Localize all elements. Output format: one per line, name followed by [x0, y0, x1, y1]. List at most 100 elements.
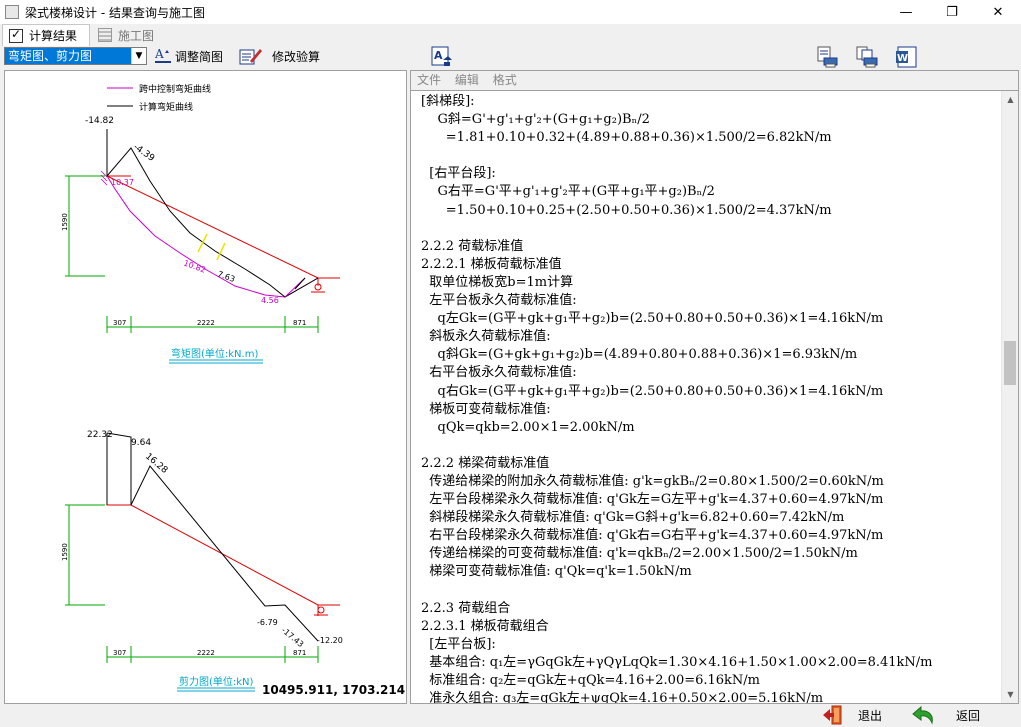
report-line: [斜梯段]:	[421, 94, 475, 109]
diagram-select-value: 弯矩图、剪力图	[8, 49, 93, 63]
moment-label-456: 4.56	[261, 296, 279, 305]
legend-midspan-text: 跨中控制弯矩曲线	[139, 83, 211, 95]
report-menubar: 文件 编辑 格式	[410, 70, 1019, 90]
left-toolbar: 弯矩图、剪力图 ▼ A 调整简图 修改验算	[0, 46, 410, 68]
restore-button[interactable]: ❐	[929, 0, 975, 24]
moment-dim-mid: 2222	[197, 319, 215, 327]
svg-text:A: A	[434, 49, 443, 62]
report-line	[421, 582, 1001, 600]
close-button[interactable]: ✕	[975, 0, 1021, 24]
report-line: [左平台板]:	[421, 636, 496, 652]
window-title: 梁式楼梯设计 - 结果查询与施工图	[25, 5, 205, 20]
diagram-canvas: 跨中控制弯矩曲线 计算弯矩曲线 -14.82 -4.39 10.37 10.82…	[61, 83, 343, 692]
moment-height-dim: 1590	[61, 213, 69, 231]
report-line: q斜Gk=(G+gk+g₁+g₂)b=(4.89+0.80+0.88+0.36)…	[421, 347, 858, 363]
coordinate-readout: 10495.911, 1703.214	[262, 683, 406, 697]
report-line: G右平=G'平+g'₁+g'₂平+(G平+g₁平+g₂)Bₙ/2	[421, 184, 715, 200]
report-line: 右平台段梯梁永久荷载标准值: q'Gk右=G右平+g'k=4.37+0.60=4…	[421, 528, 884, 544]
vertical-scrollbar[interactable]: ▲ ▼	[1001, 91, 1018, 703]
back-arrow-icon	[912, 705, 933, 725]
report-line: 2.2.2 荷载标准值	[421, 238, 524, 254]
font-convert-icon[interactable]: A	[430, 46, 454, 68]
shear-label-2232: 22.32	[87, 430, 113, 440]
report-line	[421, 220, 1001, 238]
left-support-hatch	[100, 170, 108, 186]
drawing-icon	[98, 28, 112, 42]
print-icon[interactable]	[855, 46, 879, 68]
exit-button[interactable]: 退出	[822, 704, 882, 726]
report-line: 准永久组合: q₃左=qGk左+ψqQk=4.16+0.50×2.00=5.16…	[421, 691, 824, 704]
report-line	[421, 147, 1001, 165]
report-line: =1.50+0.10+0.25+(2.50+0.50+0.36)×1.500/2…	[421, 202, 832, 218]
report-line: 斜梯段梯梁永久荷载标准值: q'Gk=G斜+g'k=6.82+0.60=7.42…	[421, 510, 845, 526]
report-line: 左平台板永久荷载标准值:	[421, 293, 577, 309]
svg-text:W: W	[897, 53, 908, 64]
font-size-icon: A	[154, 47, 171, 63]
diagram-panel[interactable]: 跨中控制弯矩曲线 计算弯矩曲线 -14.82 -4.39 10.37 10.82…	[4, 70, 407, 704]
right-support-shear	[314, 606, 328, 616]
section-mark-2	[216, 242, 226, 261]
shear-dim-right: 871	[293, 649, 306, 657]
right-toolbar: A W	[410, 46, 1021, 70]
tab-drawing-label: 施工图	[118, 28, 155, 43]
modify-check-label: 修改验算	[272, 49, 321, 64]
report-line: =1.81+0.10+0.32+(4.89+0.88+0.36)×1.500/2…	[421, 130, 832, 146]
exit-label: 退出	[858, 708, 883, 723]
back-button[interactable]: 返回	[912, 704, 980, 726]
minimize-button[interactable]: —	[883, 0, 929, 24]
report-line: 取单位梯板宽b=1m计算	[421, 274, 574, 290]
midspan-moment-curve	[106, 175, 319, 298]
modify-check-button[interactable]: 修改验算	[238, 46, 320, 66]
shear-label-964: 9.64	[131, 438, 151, 448]
report-content: [斜梯段]: G斜=G'+g'₁+g'₂+(G+g₁+g₂)Bₙ/2 =1.81…	[421, 93, 1001, 704]
shear-line	[106, 432, 319, 642]
scroll-up-icon[interactable]: ▲	[1002, 91, 1018, 108]
moment-label-439: -4.39	[131, 142, 156, 164]
app-icon	[5, 5, 19, 19]
moment-label-1082: 10.82	[182, 258, 207, 274]
tab-results[interactable]: 计算结果	[2, 24, 90, 46]
moment-label-763: 7.63	[216, 269, 236, 284]
report-line: q右Gk=(G平+gk+g₁平+g₂)b=(2.50+0.80+0.50+0.3…	[421, 383, 884, 399]
report-line: 右平台板永久荷载标准值:	[421, 365, 577, 381]
report-line: 基本组合: q₁左=γGqGk左+γQγLqQk=1.30×4.16+1.50×…	[421, 654, 933, 670]
adjust-diagram-button[interactable]: A 调整简图	[154, 46, 223, 66]
tab-bar: 计算结果 施工图	[0, 24, 1021, 46]
chevron-down-icon[interactable]: ▼	[131, 48, 146, 64]
moment-caption: 弯矩图(单位:kN.m)	[171, 347, 258, 360]
shear-label-1220: -12.20	[317, 636, 343, 645]
checkbox-icon	[9, 27, 23, 43]
moment-label-1482: -14.82	[85, 116, 114, 126]
shear-label-679: -6.79	[257, 618, 278, 627]
edit-doc-icon	[239, 49, 262, 65]
scroll-down-icon[interactable]: ▼	[1002, 686, 1018, 703]
report-line: 标准组合: q₂左=qGk左+qQk=4.16+2.00=6.16kN/m	[421, 673, 761, 688]
print-preview-icon[interactable]	[815, 46, 839, 68]
moment-dim-left: 307	[113, 319, 126, 327]
diagram-select[interactable]: 弯矩图、剪力图 ▼	[4, 47, 147, 65]
report-line: 传递给梯梁的附加永久荷载标准值: g'k=gkBₙ/2=0.80×1.500/2…	[421, 473, 884, 489]
report-line: [右平台段]:	[421, 166, 496, 182]
shear-diagram: 22.32 9.64 16.28 -6.79 -17.43 -12.20 159…	[61, 430, 343, 692]
menu-edit[interactable]: 编辑	[455, 71, 479, 89]
report-line: 2.2.2 梯梁荷载标准值	[421, 455, 550, 471]
report-line: 传递给梯梁的可变荷载标准值: q'k=qkBₙ/2=2.00×1.500/2=1…	[421, 546, 858, 562]
shear-dim-mid: 2222	[197, 649, 215, 657]
menu-file[interactable]: 文件	[417, 71, 441, 89]
scroll-thumb[interactable]	[1004, 341, 1016, 385]
report-line: 斜板永久荷载标准值:	[421, 329, 551, 345]
title-bar: 梁式楼梯设计 - 结果查询与施工图 — ❐ ✕	[0, 0, 1021, 24]
svg-text:A: A	[154, 47, 164, 61]
legend-calc-text: 计算弯矩曲线	[139, 101, 193, 113]
exit-door-icon	[823, 705, 842, 725]
tab-results-label: 计算结果	[29, 29, 78, 43]
tab-drawing[interactable]: 施工图	[92, 24, 160, 46]
section-mark-1	[197, 233, 208, 253]
shear-baseline	[106, 433, 340, 606]
report-text-area[interactable]: [斜梯段]: G斜=G'+g'₁+g'₂+(G+g₁+g₂)Bₙ/2 =1.81…	[410, 90, 1019, 704]
back-label: 返回	[956, 708, 981, 723]
shear-caption: 剪力图(单位:kN)	[179, 675, 254, 688]
word-export-icon[interactable]: W	[895, 46, 919, 68]
menu-format[interactable]: 格式	[493, 71, 517, 89]
moment-dim-right: 871	[293, 319, 306, 327]
